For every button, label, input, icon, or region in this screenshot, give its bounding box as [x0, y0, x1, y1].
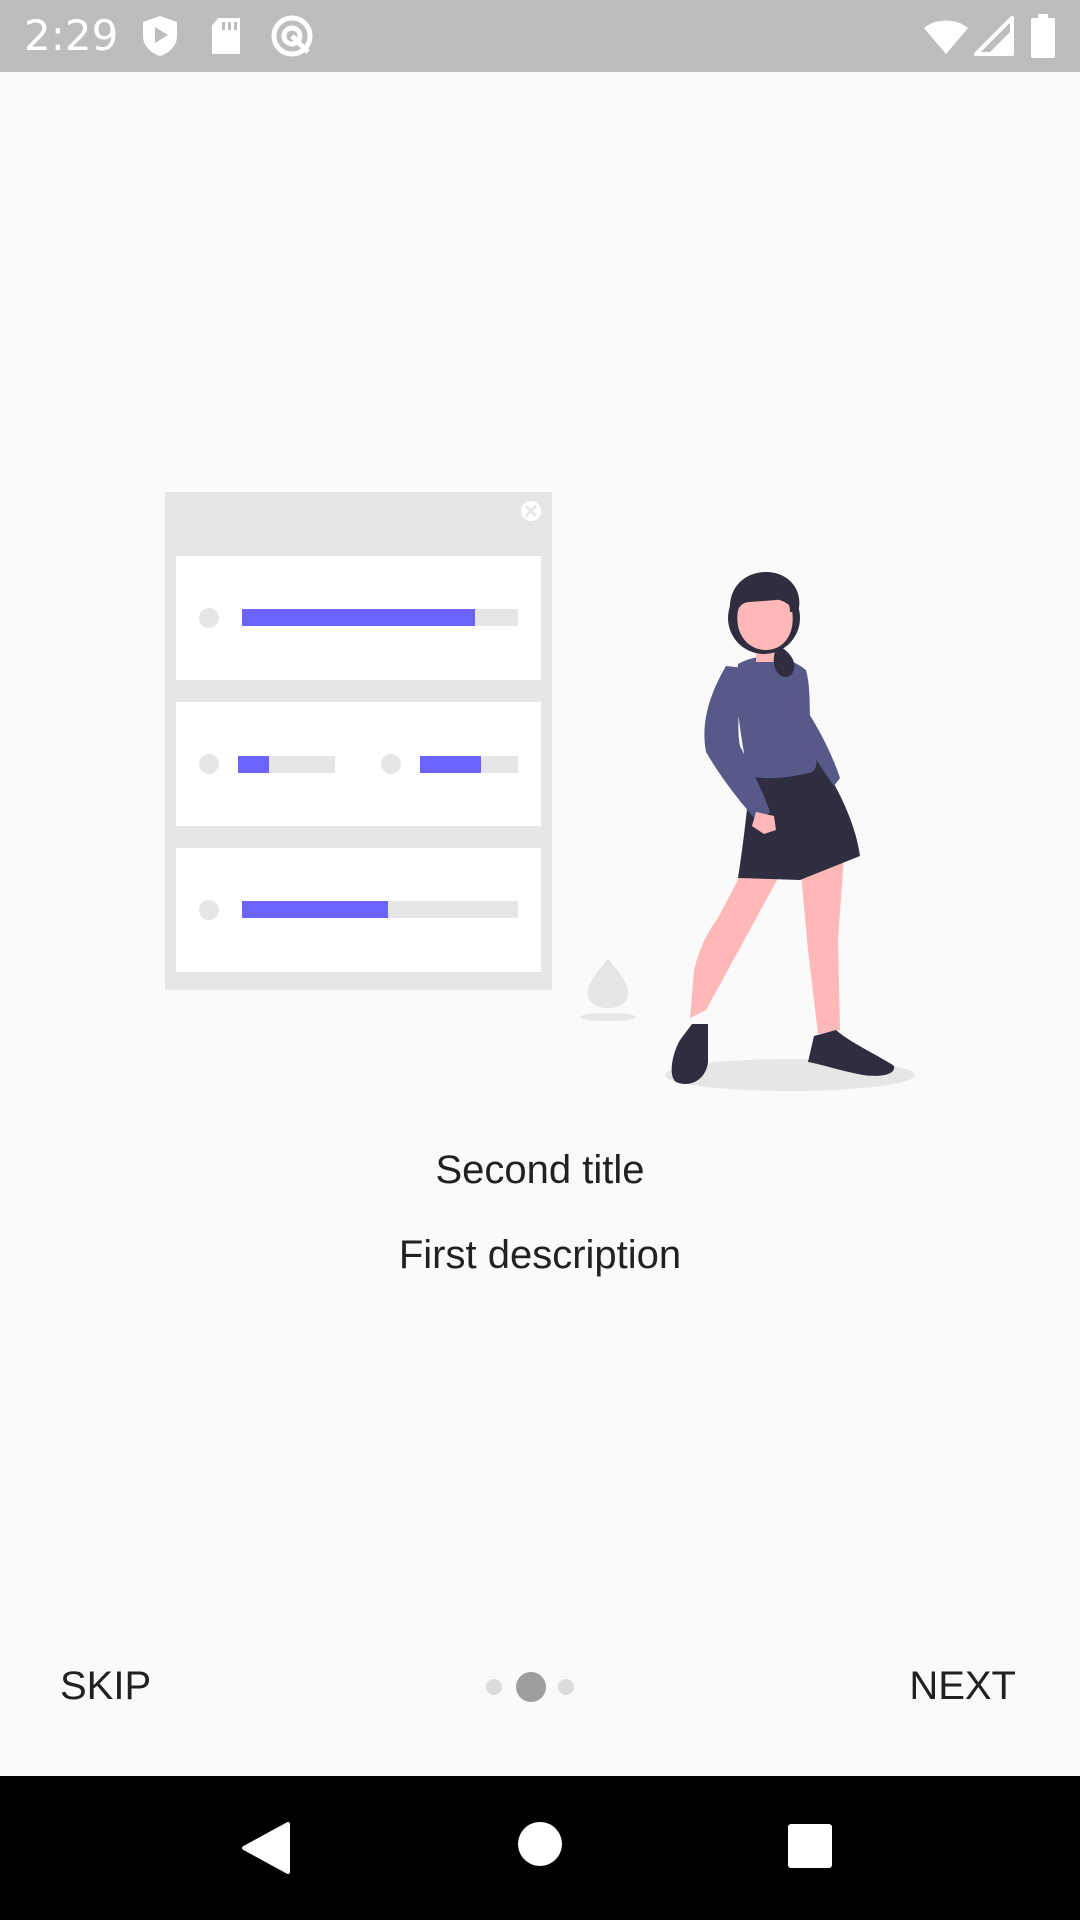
page-dot-2-active[interactable]: [516, 1672, 546, 1702]
skip-button[interactable]: SKIP: [40, 1650, 171, 1722]
recents-icon[interactable]: [786, 1822, 834, 1870]
plant-drop: [580, 958, 636, 1021]
page-indicator: [486, 1671, 586, 1703]
onboarding-illustration: [165, 492, 915, 1091]
navigation-bar: [0, 1776, 1080, 1920]
back-icon[interactable]: [240, 1820, 292, 1876]
onboarding-title: Second title: [435, 1148, 645, 1192]
next-button[interactable]: NEXT: [889, 1650, 1036, 1722]
home-icon[interactable]: [516, 1820, 564, 1868]
onboarding-description: First description: [398, 1233, 682, 1277]
woman-figure: [665, 572, 915, 1091]
dashboard-panel: [165, 492, 552, 990]
page-dot-1[interactable]: [486, 1679, 502, 1695]
page-dot-3[interactable]: [558, 1679, 574, 1695]
onboarding-screen: 2:29 Second title First description SKIP…: [0, 0, 1080, 1920]
